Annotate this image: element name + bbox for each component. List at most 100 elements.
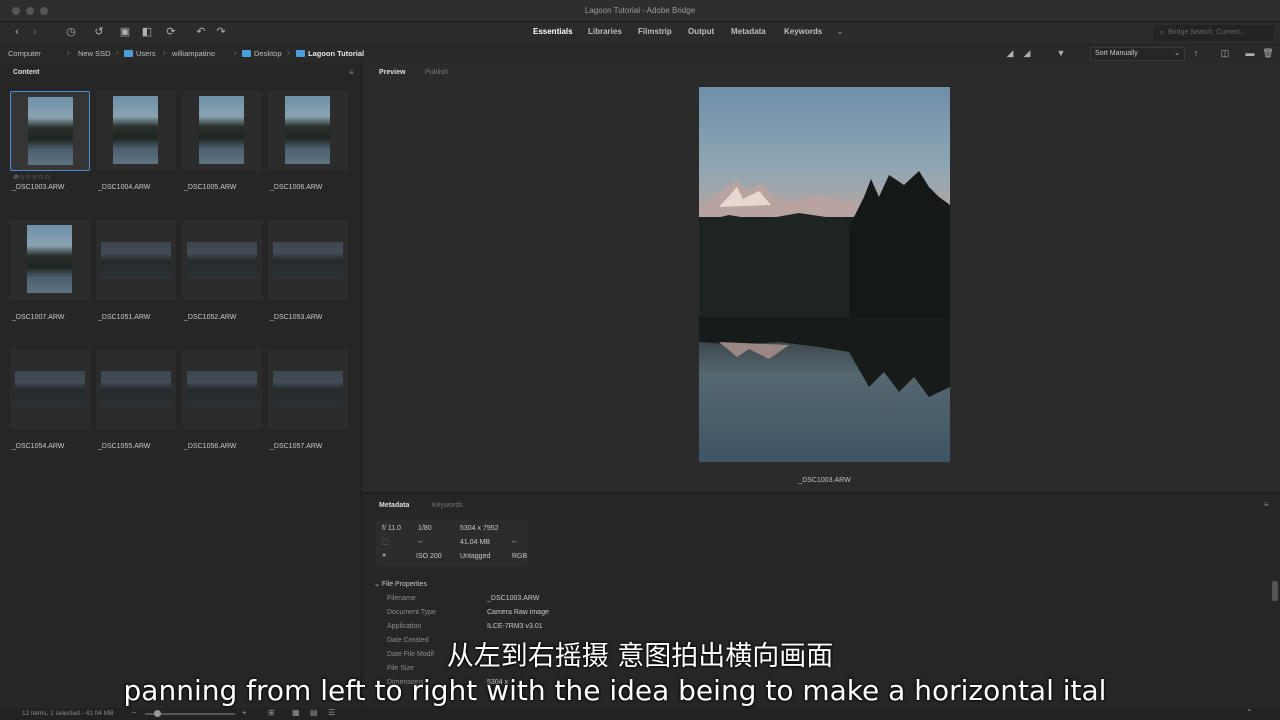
breadcrumb-user[interactable]: williampatino bbox=[172, 49, 215, 58]
workspace-filmstrip[interactable]: Filmstrip bbox=[638, 27, 672, 36]
thumbnail-cell[interactable] bbox=[96, 91, 176, 171]
breadcrumb-users[interactable]: Users bbox=[124, 49, 156, 58]
thumbnail-cell[interactable] bbox=[10, 220, 90, 300]
back-icon[interactable]: ‹ bbox=[10, 25, 24, 39]
new-folder-icon[interactable]: ▬ bbox=[1243, 46, 1257, 60]
thumbnail-filename: _DSC1003.ARW bbox=[12, 184, 65, 191]
rotate-left-icon[interactable]: ↶ bbox=[194, 25, 208, 39]
camera-icon[interactable]: ▣ bbox=[118, 25, 132, 39]
thumbnail-filename: _DSC1004.ARW bbox=[98, 184, 151, 191]
tab-publish[interactable]: Publish bbox=[425, 69, 448, 76]
view-details-icon[interactable]: ▤ bbox=[310, 708, 318, 717]
thumbnail-cell[interactable] bbox=[96, 349, 176, 429]
thumbnail-filename: _DSC1055.ARW bbox=[98, 443, 151, 450]
sort-ascending-icon[interactable]: ↑ bbox=[1189, 46, 1203, 60]
workspace-menu-chevron-icon[interactable]: ⌄ bbox=[833, 25, 847, 39]
chevron-right-icon: › bbox=[163, 48, 166, 57]
view-thumbnails-icon[interactable]: ▦ bbox=[292, 708, 300, 717]
chevron-right-icon: › bbox=[116, 48, 119, 57]
view-list-icon[interactable]: ☰ bbox=[328, 708, 335, 717]
forward-icon[interactable]: › bbox=[28, 25, 42, 39]
thumbnail-cell[interactable] bbox=[10, 91, 90, 171]
thumbnail-cell[interactable] bbox=[268, 91, 348, 171]
trash-icon[interactable]: 🗑 bbox=[1261, 46, 1275, 60]
thumbnail-image bbox=[199, 96, 244, 164]
property-value: 5304 x bbox=[487, 679, 509, 686]
zoom-in-icon[interactable]: + bbox=[242, 708, 247, 717]
preview-filename: _DSC1003.ARW bbox=[798, 477, 851, 484]
property-label: Filename bbox=[387, 595, 416, 602]
search-icon: ⌕ bbox=[1159, 28, 1165, 37]
rotate-right-icon[interactable]: ↷ bbox=[214, 25, 228, 39]
label-value: Untagged bbox=[460, 553, 491, 560]
expand-up-icon[interactable]: ⌃ bbox=[1246, 708, 1253, 717]
thumbnail-cell[interactable] bbox=[182, 349, 262, 429]
content-tab[interactable]: Content bbox=[13, 69, 39, 76]
iso-value: ISO 200 bbox=[416, 553, 442, 560]
workspace-libraries[interactable]: Libraries bbox=[588, 27, 622, 36]
return-icon[interactable]: ↺ bbox=[92, 25, 106, 39]
thumbnail-filename: _DSC1052.ARW bbox=[184, 314, 237, 321]
filter-icon[interactable]: ▼ bbox=[1054, 46, 1068, 60]
thumbnail-image bbox=[187, 242, 257, 279]
breadcrumb-new-ssd[interactable]: New SSD bbox=[78, 49, 111, 58]
thumbnail-filename: _DSC1051.ARW bbox=[98, 314, 151, 321]
thumbnail-cell[interactable] bbox=[96, 220, 176, 300]
tab-metadata[interactable]: Metadata bbox=[379, 502, 409, 509]
status-bar: 12 items, 1 selected - 41.04 MB − + ⊞ ▦ … bbox=[0, 708, 1280, 720]
tab-preview[interactable]: Preview bbox=[379, 69, 405, 76]
thumbnail-cell[interactable] bbox=[10, 349, 90, 429]
breadcrumb-desktop[interactable]: Desktop bbox=[242, 49, 282, 58]
property-label: Date File Modif bbox=[387, 651, 435, 658]
search-input[interactable]: Bridge Search: Current... bbox=[1154, 25, 1274, 41]
quality-icon[interactable]: ◢ bbox=[1003, 46, 1017, 60]
property-label: Dimensions bbox=[387, 679, 424, 686]
sort-select[interactable]: Sort Manually ⌄ bbox=[1090, 47, 1185, 61]
title-bar: Lagoon Tutorial - Adobe Bridge bbox=[0, 0, 1280, 22]
thumbnail-filename: _DSC1054.ARW bbox=[12, 443, 65, 450]
recent-history-icon[interactable]: ◷ bbox=[64, 25, 78, 39]
color-profile-value: -- bbox=[512, 539, 517, 546]
slider-handle[interactable] bbox=[154, 710, 161, 717]
breadcrumb-computer[interactable]: Computer bbox=[8, 49, 41, 58]
window-title: Lagoon Tutorial - Adobe Bridge bbox=[584, 6, 696, 15]
grid-lock-icon[interactable]: ⊞ bbox=[268, 708, 275, 717]
frame-icon: ⬚ bbox=[382, 539, 389, 546]
thumbnail-cell[interactable] bbox=[182, 91, 262, 171]
workspace-essentials[interactable]: Essentials bbox=[533, 27, 573, 36]
breadcrumb-lagoon-tutorial[interactable]: Lagoon Tutorial bbox=[296, 49, 364, 58]
thumbnail-image bbox=[285, 96, 330, 164]
thumbnail-filename: _DSC1006.ARW bbox=[270, 184, 323, 191]
panel-menu-icon[interactable]: ≡ bbox=[1264, 500, 1269, 509]
metadata-scrollbar[interactable] bbox=[1272, 581, 1278, 601]
thumbnail-cell[interactable] bbox=[268, 349, 348, 429]
file-properties-section[interactable]: ⌄ File Properties bbox=[374, 580, 427, 588]
rating-stars[interactable]: ⊘☆☆☆☆☆ bbox=[13, 173, 50, 181]
chevron-down-icon: ⌄ bbox=[1174, 50, 1180, 57]
tab-keywords[interactable]: Keywords bbox=[432, 502, 463, 509]
workspace-output[interactable]: Output bbox=[688, 27, 714, 36]
preview-panel: Preview Publish _DSC1003.ARW bbox=[362, 62, 1280, 492]
property-label: File Size bbox=[387, 665, 414, 672]
workspace-metadata[interactable]: Metadata bbox=[731, 27, 766, 36]
sync-icon[interactable]: ⟳ bbox=[164, 25, 178, 39]
rating-filter-icon[interactable]: ◢ bbox=[1020, 46, 1034, 60]
thumbnail-image bbox=[101, 371, 171, 408]
zoom-out-icon[interactable]: − bbox=[132, 708, 137, 717]
chevron-down-icon: ⌄ bbox=[374, 581, 382, 588]
toolbar: ‹ › ◷ ↺ ▣ ◧ ⟳ ↶ ↷ Essentials Libraries F… bbox=[0, 22, 1280, 44]
open-recent-icon[interactable]: ◫ bbox=[1218, 46, 1232, 60]
color-mode-value: RGB bbox=[512, 553, 528, 560]
thumbnail-image bbox=[28, 97, 73, 165]
workspace-keywords[interactable]: Keywords bbox=[784, 27, 822, 36]
property-value: _DSC1003.ARW bbox=[487, 595, 540, 602]
status-text: 12 items, 1 selected - 41.04 MB bbox=[22, 710, 114, 717]
refine-icon[interactable]: ◧ bbox=[140, 25, 154, 39]
thumbnail-cell[interactable] bbox=[182, 220, 262, 300]
thumbnail-cell[interactable] bbox=[268, 220, 348, 300]
metadata-placard: f/ 11.0 1/80 5304 x 7952 ⬚ -- 41.04 MB -… bbox=[376, 519, 528, 567]
file-size-value: 41.04 MB bbox=[460, 539, 490, 546]
panel-menu-icon[interactable]: ≡ bbox=[349, 68, 354, 77]
thumbnail-image bbox=[187, 371, 257, 408]
aperture-value: f/ 11.0 bbox=[382, 525, 401, 532]
